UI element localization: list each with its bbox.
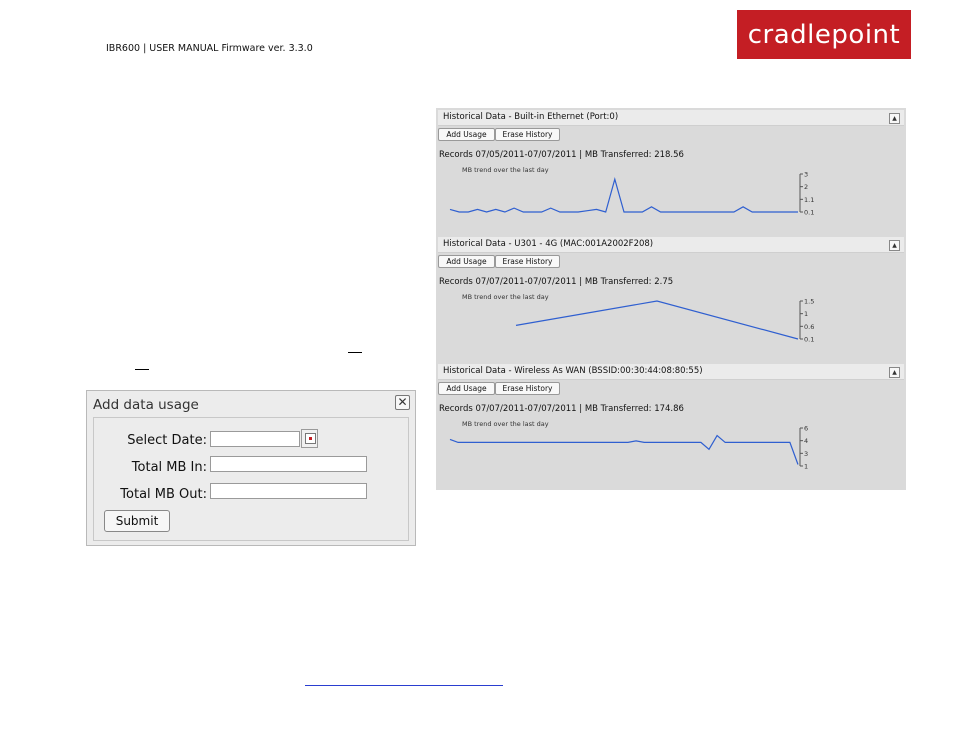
text-underline — [135, 369, 149, 370]
y-tick-label: 0.1 — [804, 209, 814, 217]
trend-line — [515, 300, 799, 340]
panel-header: Historical Data - Wireless As WAN (BSSID… — [438, 364, 904, 380]
text-underline — [348, 352, 362, 353]
y-tick-label: 1 — [804, 310, 808, 318]
add-usage-button[interactable]: Add Usage — [438, 255, 495, 268]
add-data-usage-dialog: Add data usage ✕ Select Date: Total MB I… — [86, 390, 416, 546]
panel-title: Historical Data - Built-in Ethernet (Por… — [443, 112, 619, 122]
panel-title: Historical Data - Wireless As WAN (BSSID… — [443, 366, 703, 376]
y-tick-label: 6 — [804, 425, 808, 433]
submit-button[interactable]: Submit — [104, 510, 170, 532]
collapse-icon[interactable]: ▲ — [889, 367, 900, 378]
close-icon[interactable]: ✕ — [395, 395, 410, 410]
sparkline-chart: 1.5 1 0.6 0.1 — [515, 298, 814, 344]
calendar-icon[interactable] — [301, 429, 318, 448]
calendar-icon-marker — [309, 437, 312, 440]
y-tick-label: 3 — [804, 450, 808, 458]
sparkline-chart: 3 2 1.1 0.1 — [449, 171, 814, 217]
panel-header: Historical Data - U301 - 4G (MAC:001A200… — [438, 237, 904, 253]
dialog-title: Add data usage — [93, 397, 199, 413]
erase-history-button[interactable]: Erase History — [495, 128, 560, 141]
trend-line — [449, 176, 798, 213]
y-tick-label: 0.6 — [804, 323, 814, 331]
erase-history-button[interactable]: Erase History — [495, 382, 560, 395]
cradlepoint-logo: cradlepoint — [737, 10, 911, 59]
hyperlink-underline[interactable] — [305, 685, 503, 686]
collapse-icon[interactable]: ▲ — [889, 113, 900, 124]
records-summary: Records 07/07/2011-07/07/2011 | MB Trans… — [439, 277, 674, 287]
sparkline-chart: 6 4 3 1 — [449, 425, 808, 471]
panel-header: Historical Data - Built-in Ethernet (Por… — [438, 110, 904, 126]
total-mb-in-label: Total MB In: — [131, 460, 207, 475]
erase-history-button[interactable]: Erase History — [495, 255, 560, 268]
y-tick-label: 1 — [804, 463, 808, 471]
y-tick-label: 1.5 — [804, 298, 814, 306]
records-summary: Records 07/05/2011-07/07/2011 | MB Trans… — [439, 150, 684, 160]
y-tick-label: 0.1 — [804, 336, 814, 344]
y-tick-label: 4 — [804, 437, 808, 445]
add-usage-button[interactable]: Add Usage — [438, 128, 495, 141]
y-tick-label: 1.1 — [804, 196, 814, 204]
y-tick-label: 2 — [804, 183, 808, 191]
total-mb-out-label: Total MB Out: — [120, 487, 207, 502]
total-mb-in-field[interactable] — [210, 456, 367, 472]
logo-text: cradlepoint — [747, 19, 901, 50]
historical-data-section: Historical Data - Built-in Ethernet (Por… — [436, 108, 906, 490]
select-date-field[interactable] — [210, 431, 300, 447]
select-date-label: Select Date: — [127, 433, 207, 448]
dialog-form: Select Date: Total MB In: Total MB Out: … — [93, 417, 409, 541]
add-usage-button[interactable]: Add Usage — [438, 382, 495, 395]
trend-line — [449, 434, 799, 465]
y-tick-label: 3 — [804, 171, 808, 179]
records-summary: Records 07/07/2011-07/07/2011 | MB Trans… — [439, 404, 684, 414]
collapse-icon[interactable]: ▲ — [889, 240, 900, 251]
total-mb-out-field[interactable] — [210, 483, 367, 499]
manual-header-text: IBR600 | USER MANUAL Firmware ver. 3.3.0 — [106, 43, 313, 54]
panel-title: Historical Data - U301 - 4G (MAC:001A200… — [443, 239, 654, 249]
